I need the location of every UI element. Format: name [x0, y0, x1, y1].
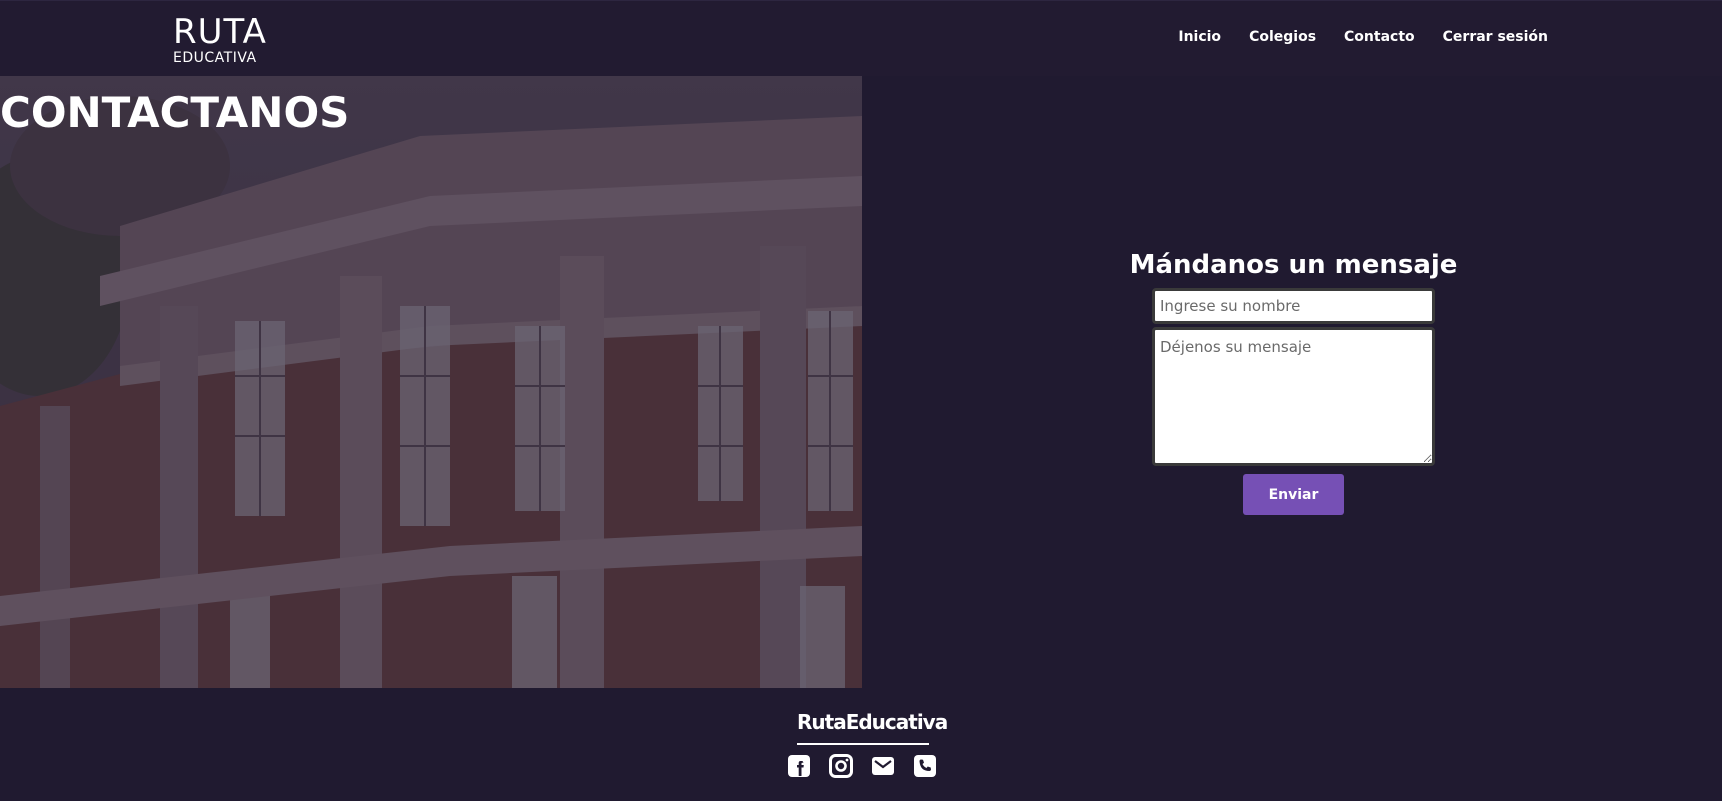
footer-divider — [797, 743, 929, 745]
site-header: RUTA EDUCATIVA Inicio Colegios Contacto … — [0, 0, 1722, 76]
nav-inicio[interactable]: Inicio — [1178, 29, 1221, 45]
email-icon[interactable] — [871, 754, 895, 778]
phone-icon[interactable] — [913, 754, 937, 778]
send-button[interactable]: Enviar — [1243, 474, 1344, 515]
footer-brand: RutaEducativa — [797, 710, 948, 734]
main-nav: Inicio Colegios Contacto Cerrar sesión — [1178, 29, 1548, 45]
page-title: CONTACTANOS — [0, 88, 350, 137]
hero-image-panel: CONTACTANOS — [0, 76, 862, 688]
instagram-icon[interactable] — [829, 754, 853, 778]
site-logo[interactable]: RUTA EDUCATIVA — [173, 15, 267, 65]
facebook-icon[interactable] — [787, 754, 811, 778]
name-input[interactable] — [1152, 288, 1435, 324]
nav-cerrar-sesion[interactable]: Cerrar sesión — [1443, 29, 1548, 45]
logo-top-text: RUTA — [173, 12, 267, 52]
nav-contacto[interactable]: Contacto — [1344, 29, 1415, 45]
nav-colegios[interactable]: Colegios — [1249, 29, 1316, 45]
form-title: Mándanos un mensaje — [1129, 250, 1458, 280]
social-links — [787, 754, 937, 778]
school-building-image — [0, 76, 862, 688]
logo-bottom-text: EDUCATIVA — [173, 50, 257, 66]
contact-form: Mándanos un mensaje Enviar — [1130, 250, 1457, 515]
message-textarea[interactable] — [1152, 327, 1435, 466]
